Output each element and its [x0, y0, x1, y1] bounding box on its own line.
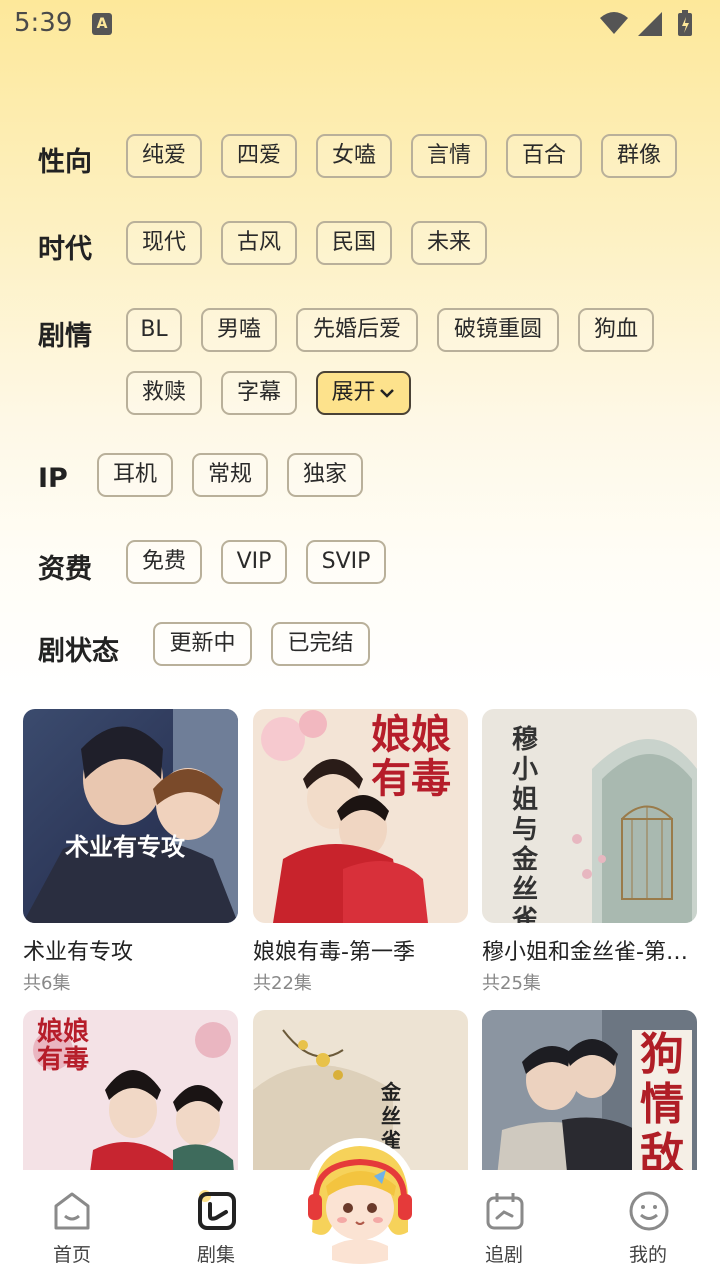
cover-art-title: 狗情敌 [632, 1030, 692, 1170]
battery-icon [678, 10, 692, 36]
chip-orientation-0[interactable]: 纯爱 [126, 134, 202, 178]
filter-label-plot: 剧情 [38, 321, 92, 352]
filter-label-era: 时代 [38, 234, 92, 265]
chip-ip-0[interactable]: 耳机 [97, 453, 173, 497]
nav-label-profile: 我的 [628, 1244, 667, 1266]
drama-card[interactable]: 狗情敌 [482, 1010, 697, 1170]
wifi-icon [600, 12, 628, 34]
drama-card[interactable]: 娘娘有毒 娘娘有毒-第一季 共22集 [253, 709, 468, 999]
nav-follow[interactable]: 追剧 [444, 1170, 564, 1280]
filter-label-fee: 资费 [38, 554, 92, 585]
drama-episode-count: 共22集 [253, 973, 312, 994]
profile-smile-icon [629, 1191, 669, 1231]
chip-plot-5[interactable]: 救赎 [126, 371, 202, 415]
nav-profile[interactable]: 我的 [588, 1170, 708, 1280]
chip-plot-1[interactable]: 男嗑 [201, 308, 277, 352]
drama-list-icon [198, 1190, 236, 1230]
nav-label-home: 首页 [52, 1244, 91, 1266]
chip-orientation-5[interactable]: 群像 [601, 134, 677, 178]
chip-ip-1[interactable]: 常规 [192, 453, 268, 497]
chip-orientation-1[interactable]: 四爱 [221, 134, 297, 178]
chevron-down-icon [379, 389, 394, 398]
drama-episode-count: 共6集 [23, 973, 71, 994]
cover-art-title: 穆小姐与金丝雀 [512, 725, 539, 923]
drama-card[interactable]: 术业有专攻 术业有专攻 共6集 [23, 709, 238, 999]
drama-cover[interactable]: 术业有专攻 [23, 709, 238, 923]
drama-cover[interactable]: 狗情敌 [482, 1010, 697, 1170]
mascot-center-button[interactable] [302, 1136, 418, 1272]
filter-label-status: 剧状态 [38, 636, 119, 667]
chip-plot-3[interactable]: 破镜重圆 [437, 308, 559, 352]
nav-label-follow: 追剧 [484, 1244, 523, 1266]
nav-label-drama-list: 剧集 [196, 1244, 235, 1266]
status-time: 5:39 [14, 8, 73, 38]
chip-plot-4[interactable]: 狗血 [578, 308, 654, 352]
follow-calendar-icon [486, 1193, 524, 1230]
drama-cover[interactable]: 穆小姐与金丝雀 [482, 709, 697, 923]
chip-status-0[interactable]: 更新中 [153, 622, 252, 666]
mascot-avatar-icon [304, 1138, 416, 1264]
chip-fee-0[interactable]: 免费 [126, 540, 202, 584]
status-icons [598, 10, 708, 38]
drama-title: 术业有专攻 [23, 940, 134, 965]
chip-orientation-4[interactable]: 百合 [506, 134, 582, 178]
chip-plot-0[interactable]: BL [126, 308, 182, 352]
chip-orientation-2[interactable]: 女嗑 [316, 134, 392, 178]
drama-cover[interactable]: 娘娘有毒 [253, 709, 468, 923]
notification-a-icon: A [92, 13, 112, 35]
cover-art-title: 娘娘有毒 [371, 711, 451, 802]
chip-era-3[interactable]: 未来 [411, 221, 487, 265]
chip-fee-1[interactable]: VIP [221, 540, 287, 584]
chip-plot-6[interactable]: 字幕 [221, 371, 297, 415]
drama-cover[interactable]: 娘娘有毒 [23, 1010, 238, 1170]
cover-art-title: 术业有专攻 [65, 832, 185, 861]
home-icon [54, 1192, 90, 1230]
filter-label-ip: IP [38, 463, 68, 494]
chip-plot-2[interactable]: 先婚后爱 [296, 308, 418, 352]
expand-button[interactable]: 展开 [316, 371, 411, 415]
chip-status-1[interactable]: 已完结 [271, 622, 370, 666]
chip-fee-2[interactable]: SVIP [306, 540, 386, 584]
drama-card[interactable]: 穆小姐与金丝雀 穆小姐和金丝雀-第一季 共25集 [482, 709, 697, 999]
status-bar: 5:39 A [0, 0, 720, 48]
cellular-signal-icon [638, 12, 662, 36]
drama-title: 穆小姐和金丝雀-第一季 [482, 940, 697, 965]
drama-title: 娘娘有毒-第一季 [253, 940, 415, 965]
cover-art-title: 娘娘有毒 [37, 1017, 90, 1075]
drama-episode-count: 共25集 [482, 973, 541, 994]
expand-label: 展开 [331, 380, 376, 405]
filter-label-orientation: 性向 [38, 147, 92, 178]
drama-card[interactable]: 娘娘有毒 [23, 1010, 238, 1170]
chip-ip-2[interactable]: 独家 [287, 453, 363, 497]
nav-home[interactable]: 首页 [12, 1170, 132, 1280]
chip-era-0[interactable]: 现代 [126, 221, 202, 265]
chip-era-1[interactable]: 古风 [221, 221, 297, 265]
nav-drama-list[interactable]: 剧集 [156, 1170, 276, 1280]
chip-era-2[interactable]: 民国 [316, 221, 392, 265]
chip-orientation-3[interactable]: 言情 [411, 134, 487, 178]
